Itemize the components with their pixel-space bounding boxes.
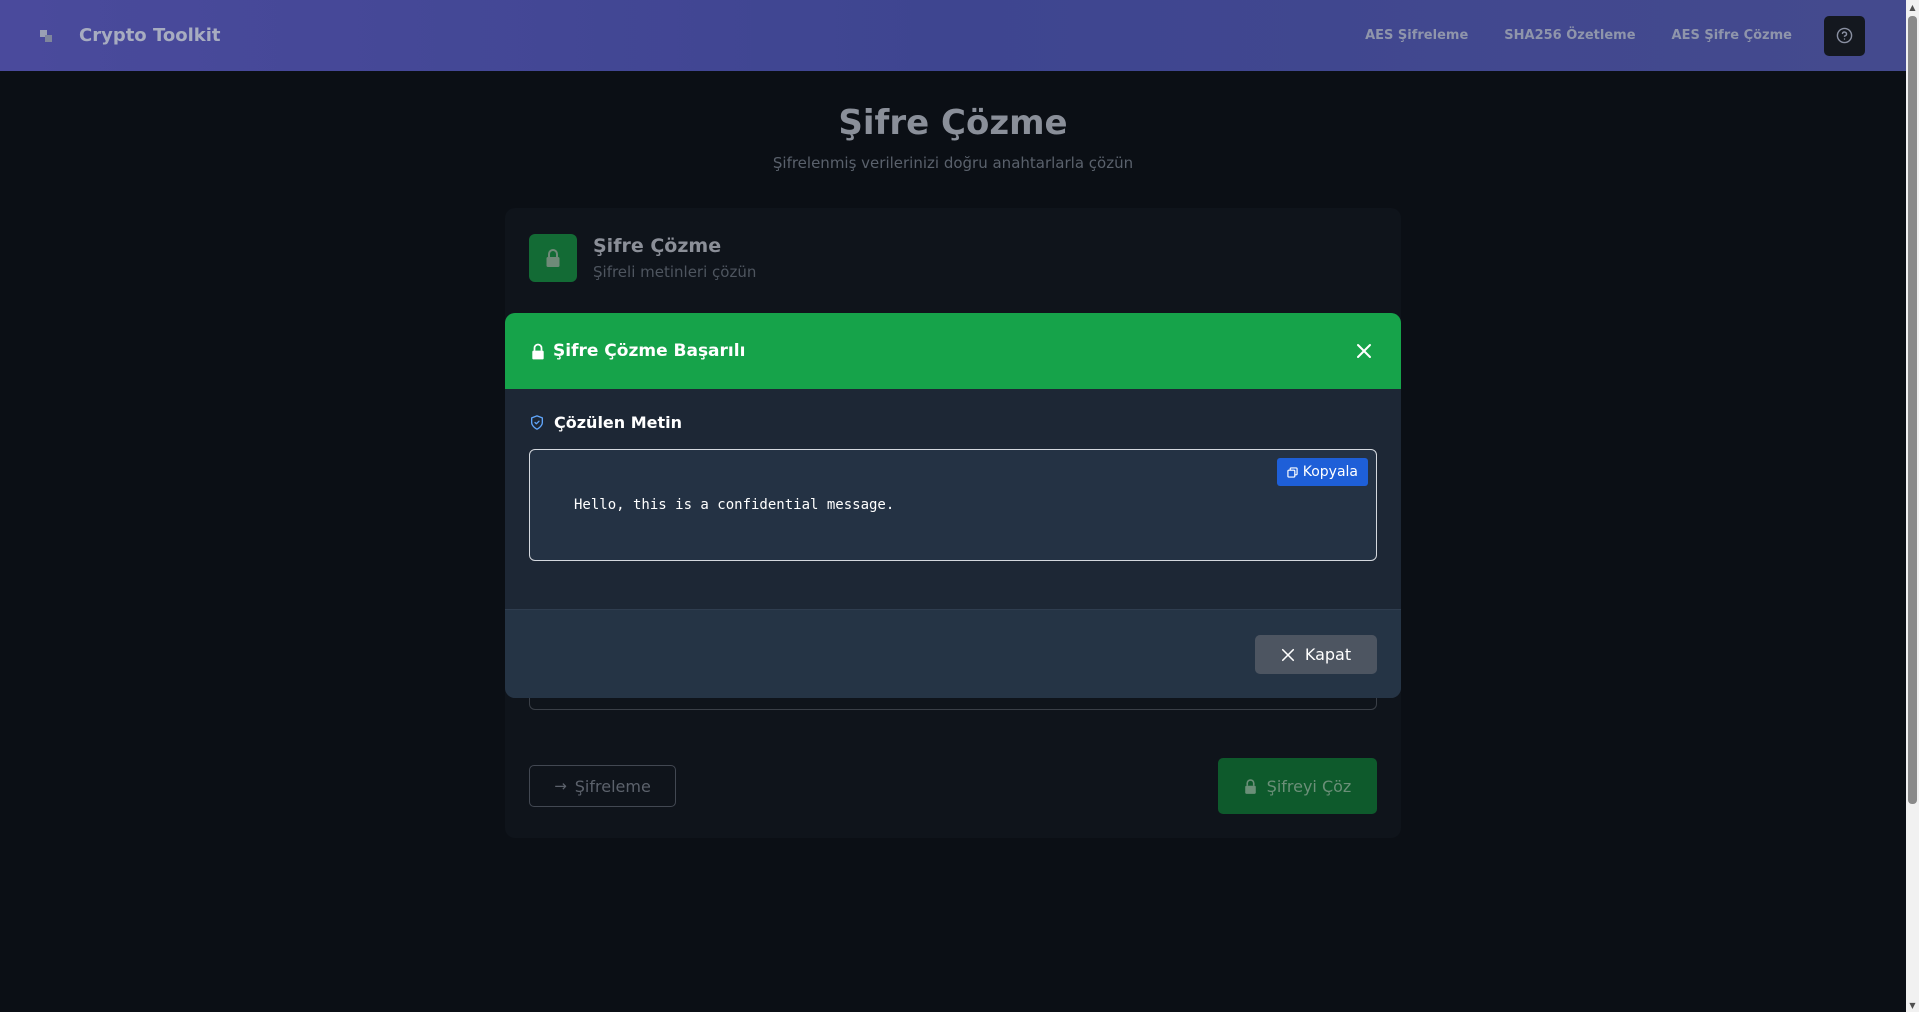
nav-link-sha256[interactable]: SHA256 Özetleme xyxy=(1504,28,1635,43)
arrow-right-icon: → xyxy=(554,777,567,795)
decrypted-text: Hello, this is a confidential message. xyxy=(574,497,895,513)
nav-links: AES Şifreleme SHA256 Özetleme AES Şifre … xyxy=(1329,15,1906,56)
brand[interactable]: Crypto Toolkit xyxy=(40,25,220,46)
decrypt-button[interactable]: Şifreyi Çöz xyxy=(1218,758,1377,814)
scroll-up-arrow-icon[interactable]: ▲ xyxy=(1906,0,1919,14)
help-button[interactable] xyxy=(1824,15,1865,56)
copy-button-label: Kopyala xyxy=(1302,464,1358,480)
section-label-text: Çözülen Metin xyxy=(554,413,683,432)
brand-name: Crypto Toolkit xyxy=(79,25,221,46)
card-title: Şifre Çözme xyxy=(593,235,722,257)
close-icon xyxy=(1281,648,1294,661)
lock-icon xyxy=(546,249,560,267)
lock-icon xyxy=(532,343,544,359)
modal-header: Şifre Çözme Başarılı xyxy=(505,313,1401,389)
modal-close-button[interactable] xyxy=(1353,340,1375,362)
nav-link-aes-decrypt[interactable]: AES Şifre Çözme xyxy=(1672,28,1792,43)
scroll-down-arrow-icon[interactable]: ▼ xyxy=(1906,998,1919,1012)
shield-check-icon xyxy=(531,415,543,430)
nav-link-aes-encrypt[interactable]: AES Şifreleme xyxy=(1365,28,1468,43)
close-icon xyxy=(1357,344,1371,358)
page-subtitle: Şifrelenmiş verilerinizi doğru anahtarla… xyxy=(772,154,1134,172)
top-navbar: Crypto Toolkit AES Şifreleme SHA256 Özet… xyxy=(0,0,1906,71)
scrollbar-thumb[interactable] xyxy=(1908,16,1917,804)
help-circle-icon xyxy=(1836,27,1853,44)
page-title: Şifre Çözme xyxy=(838,103,1068,143)
decrypted-text-box[interactable]: Kopyala Hello, this is a confidential me… xyxy=(529,449,1377,561)
card-lock-badge xyxy=(529,234,577,282)
copy-button[interactable]: Kopyala xyxy=(1276,458,1368,486)
close-modal-button[interactable]: Kapat xyxy=(1255,635,1377,674)
modal-footer: Kapat xyxy=(505,609,1401,698)
logo-icon xyxy=(40,29,54,43)
back-button-label: Şifreleme xyxy=(574,776,651,796)
close-button-label: Kapat xyxy=(1304,645,1352,664)
decrypt-button-label: Şifreyi Çöz xyxy=(1266,776,1352,796)
success-modal: Şifre Çözme Başarılı Çözülen Metin Kopya… xyxy=(505,313,1401,698)
back-to-encrypt-button[interactable]: → Şifreleme xyxy=(529,765,676,807)
copy-icon xyxy=(1287,466,1298,478)
result-section-label: Çözülen Metin xyxy=(529,413,682,432)
modal-title: Şifre Çözme Başarılı xyxy=(553,341,746,361)
vertical-scrollbar[interactable]: ▲ ▼ xyxy=(1906,0,1919,1012)
card-subtitle: Şifreli metinleri çözün xyxy=(593,263,757,281)
lock-icon xyxy=(1244,778,1256,794)
